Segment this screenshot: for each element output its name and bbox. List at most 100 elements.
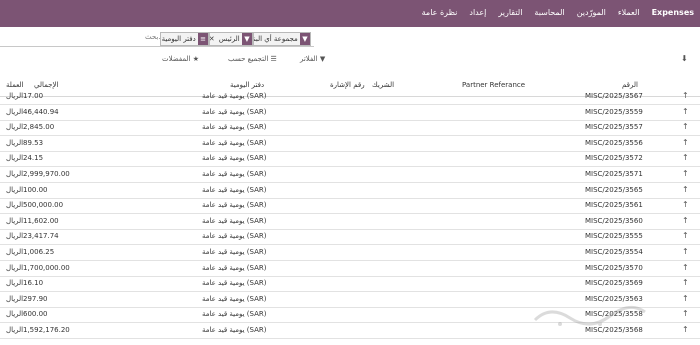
app-brand[interactable]: Expenses: [652, 8, 694, 17]
row-select-checkbox[interactable]: ↑: [682, 216, 689, 225]
nav-customers[interactable]: العملاء: [618, 8, 640, 17]
row-select-checkbox[interactable]: ↑: [682, 122, 689, 131]
stack-icon: ≡: [198, 33, 208, 45]
top-navbar: Expenses العملاء المورّدين المحاسبة التق…: [0, 0, 700, 27]
table-row[interactable]: الريال 24.15 يومية قيد عامة (SAR) MISC/2025…: [0, 151, 700, 168]
row-select-checkbox[interactable]: ↑: [682, 278, 689, 287]
table-row[interactable]: الريال 11,602.00 يومية قيد عامة (SAR) MISC/…: [0, 214, 700, 230]
facet-president[interactable]: ▼ الرئيس ✕: [209, 32, 253, 46]
amount-cell: 500,000.00: [23, 201, 64, 210]
watermark-logo: [533, 305, 646, 326]
journal-cell: يومية قيد عامة (SAR): [202, 138, 267, 147]
journal-cell: يومية قيد عامة (SAR): [202, 170, 267, 178]
currency-cell: الريال: [6, 92, 24, 100]
group-by-button[interactable]: ☰ التجميع حسب: [228, 55, 277, 63]
facet-journal[interactable]: ≡ دفتر اليومية ✕: [160, 32, 209, 46]
row-select-checkbox[interactable]: ↑: [682, 169, 689, 178]
journal-cell: يومية قيد عامة (SAR): [202, 279, 267, 288]
amount-cell: 100.00: [23, 185, 48, 194]
row-select-checkbox[interactable]: ↑: [682, 107, 689, 116]
col-ref-number[interactable]: رقم الإشارة: [330, 81, 365, 89]
table-row[interactable]: الريال 89.53 يومية قيد عامة (SAR) MISC/2025…: [0, 136, 700, 152]
star-icon: ★: [192, 55, 200, 63]
filter-icon: ▼: [242, 33, 252, 45]
facet-label: دفتر اليومية: [161, 35, 196, 43]
journal-cell: يومية قيد عامة (SAR): [202, 123, 267, 132]
col-currency[interactable]: العملة: [6, 81, 24, 89]
nav-accounting[interactable]: المحاسبة: [534, 8, 564, 17]
currency-cell: الريال: [6, 279, 24, 288]
facet-bank-group[interactable]: ▼ مجموعة أي البنك ✕: [253, 32, 311, 46]
filters-button[interactable]: ▼ الفلاتر: [300, 55, 325, 63]
row-select-checkbox[interactable]: ↑: [682, 309, 689, 318]
journal-cell: يومية قيد عامة (SAR): [202, 294, 267, 303]
amount-cell: 1,700,000.00: [23, 263, 70, 272]
row-select-checkbox[interactable]: ↑: [682, 247, 689, 256]
col-total[interactable]: الإجمالي: [34, 81, 58, 89]
table-row[interactable]: الريال 17.00 يومية قيد عامة (SAR) MISC/2025…: [0, 89, 700, 105]
amount-cell: 2,999,970.00: [23, 170, 70, 178]
funnel-icon: ▼: [319, 55, 326, 63]
reference-cell: MISC/2025/3571: [585, 170, 643, 178]
reference-cell: MISC/2025/3570: [585, 263, 643, 272]
col-reference[interactable]: الرقم: [622, 81, 638, 89]
search-underline: [0, 46, 314, 47]
journal-cell: يومية قيد عامة (SAR): [202, 216, 267, 225]
reference-cell: MISC/2025/3567: [585, 92, 643, 100]
table-row[interactable]: الريال 16.10 يومية قيد عامة (SAR) MISC/2025…: [0, 276, 700, 293]
amount-cell: 24.15: [23, 154, 44, 163]
amount-cell: 11,602.00: [23, 216, 59, 225]
amount-cell: 17.00: [23, 92, 44, 100]
nav-reports[interactable]: التقارير: [498, 8, 522, 17]
col-journal[interactable]: دفتر اليومية: [230, 81, 264, 89]
row-select-checkbox[interactable]: ↑: [682, 263, 689, 272]
reference-cell: MISC/2025/3565: [585, 185, 643, 194]
close-icon[interactable]: ✕: [210, 33, 217, 45]
journal-cell: يومية قيد عامة (SAR): [202, 185, 267, 194]
col-partner-reference[interactable]: Partner Referance: [462, 81, 525, 89]
currency-cell: الريال: [6, 310, 24, 319]
journal-cell: يومية قيد عامة (SAR): [202, 201, 267, 210]
row-select-checkbox[interactable]: ↑: [682, 185, 689, 194]
table-row[interactable]: الريال 500,000.00 يومية قيد عامة (SAR) MISC…: [0, 198, 700, 215]
table-row[interactable]: الريال 46,440.94 يومية قيد عامة (SAR) MISC/…: [0, 105, 700, 121]
reference-cell: MISC/2025/3561: [585, 201, 643, 210]
table-row[interactable]: الريال 2,845.00 يومية قيد عامة (SAR) MISC/2…: [0, 120, 700, 137]
table-row[interactable]: الريال 1,006.25 يومية قيد عامة (SAR) MISC/2…: [0, 245, 700, 261]
row-select-checkbox[interactable]: ↑: [682, 325, 689, 334]
favorites-button[interactable]: ★ المفضلات: [162, 55, 199, 63]
table-row[interactable]: الريال 1,700,000.00 يومية قيد عامة (SAR) MI…: [0, 261, 700, 277]
row-select-checkbox[interactable]: ↑: [682, 200, 689, 209]
table-row[interactable]: الريال 100.00 يومية قيد عامة (SAR) MISC/202…: [0, 183, 700, 199]
nav-vendors[interactable]: المورّدين: [577, 8, 606, 17]
table-row[interactable]: الريال 2,999,970.00 يومية قيد عامة (SAR) MI…: [0, 167, 700, 183]
reference-cell: MISC/2025/3556: [585, 138, 643, 147]
row-select-checkbox[interactable]: ↑: [682, 153, 689, 162]
row-select-checkbox[interactable]: ↑: [682, 294, 689, 303]
currency-cell: الريال: [6, 170, 24, 178]
reference-cell: MISC/2025/3554: [585, 248, 643, 256]
currency-cell: الريال: [6, 154, 24, 163]
row-select-checkbox[interactable]: ↑: [682, 138, 689, 147]
currency-cell: الريال: [6, 248, 24, 256]
journal-cell: يومية قيد عامة (SAR): [202, 326, 267, 334]
row-select-checkbox[interactable]: ↑: [682, 91, 689, 100]
journal-cell: يومية قيد عامة (SAR): [202, 154, 267, 163]
download-icon[interactable]: ⬇: [681, 54, 688, 63]
journal-cell: يومية قيد عامة (SAR): [202, 232, 267, 241]
amount-cell: 46,440.94: [23, 107, 59, 116]
col-partner[interactable]: الشريك: [372, 81, 394, 89]
reference-cell: MISC/2025/3572: [585, 154, 643, 163]
amount-cell: 89.53: [23, 138, 44, 147]
row-select-checkbox[interactable]: ↑: [682, 231, 689, 240]
journal-cell: يومية قيد عامة (SAR): [202, 248, 267, 256]
amount-cell: 1,006.25: [23, 248, 55, 256]
filter-icon: ▼: [300, 33, 310, 45]
currency-cell: الريال: [6, 123, 24, 132]
currency-cell: الريال: [6, 107, 24, 116]
table-row[interactable]: الريال 23,417.74 يومية قيد عامة (SAR) MISC/…: [0, 229, 700, 246]
nav-configuration[interactable]: إعداد: [469, 8, 486, 17]
nav-overview[interactable]: نظرة عامة: [422, 8, 458, 17]
facet-label: مجموعة أي البنك: [253, 35, 298, 43]
amount-cell: 2,845.00: [23, 123, 55, 132]
